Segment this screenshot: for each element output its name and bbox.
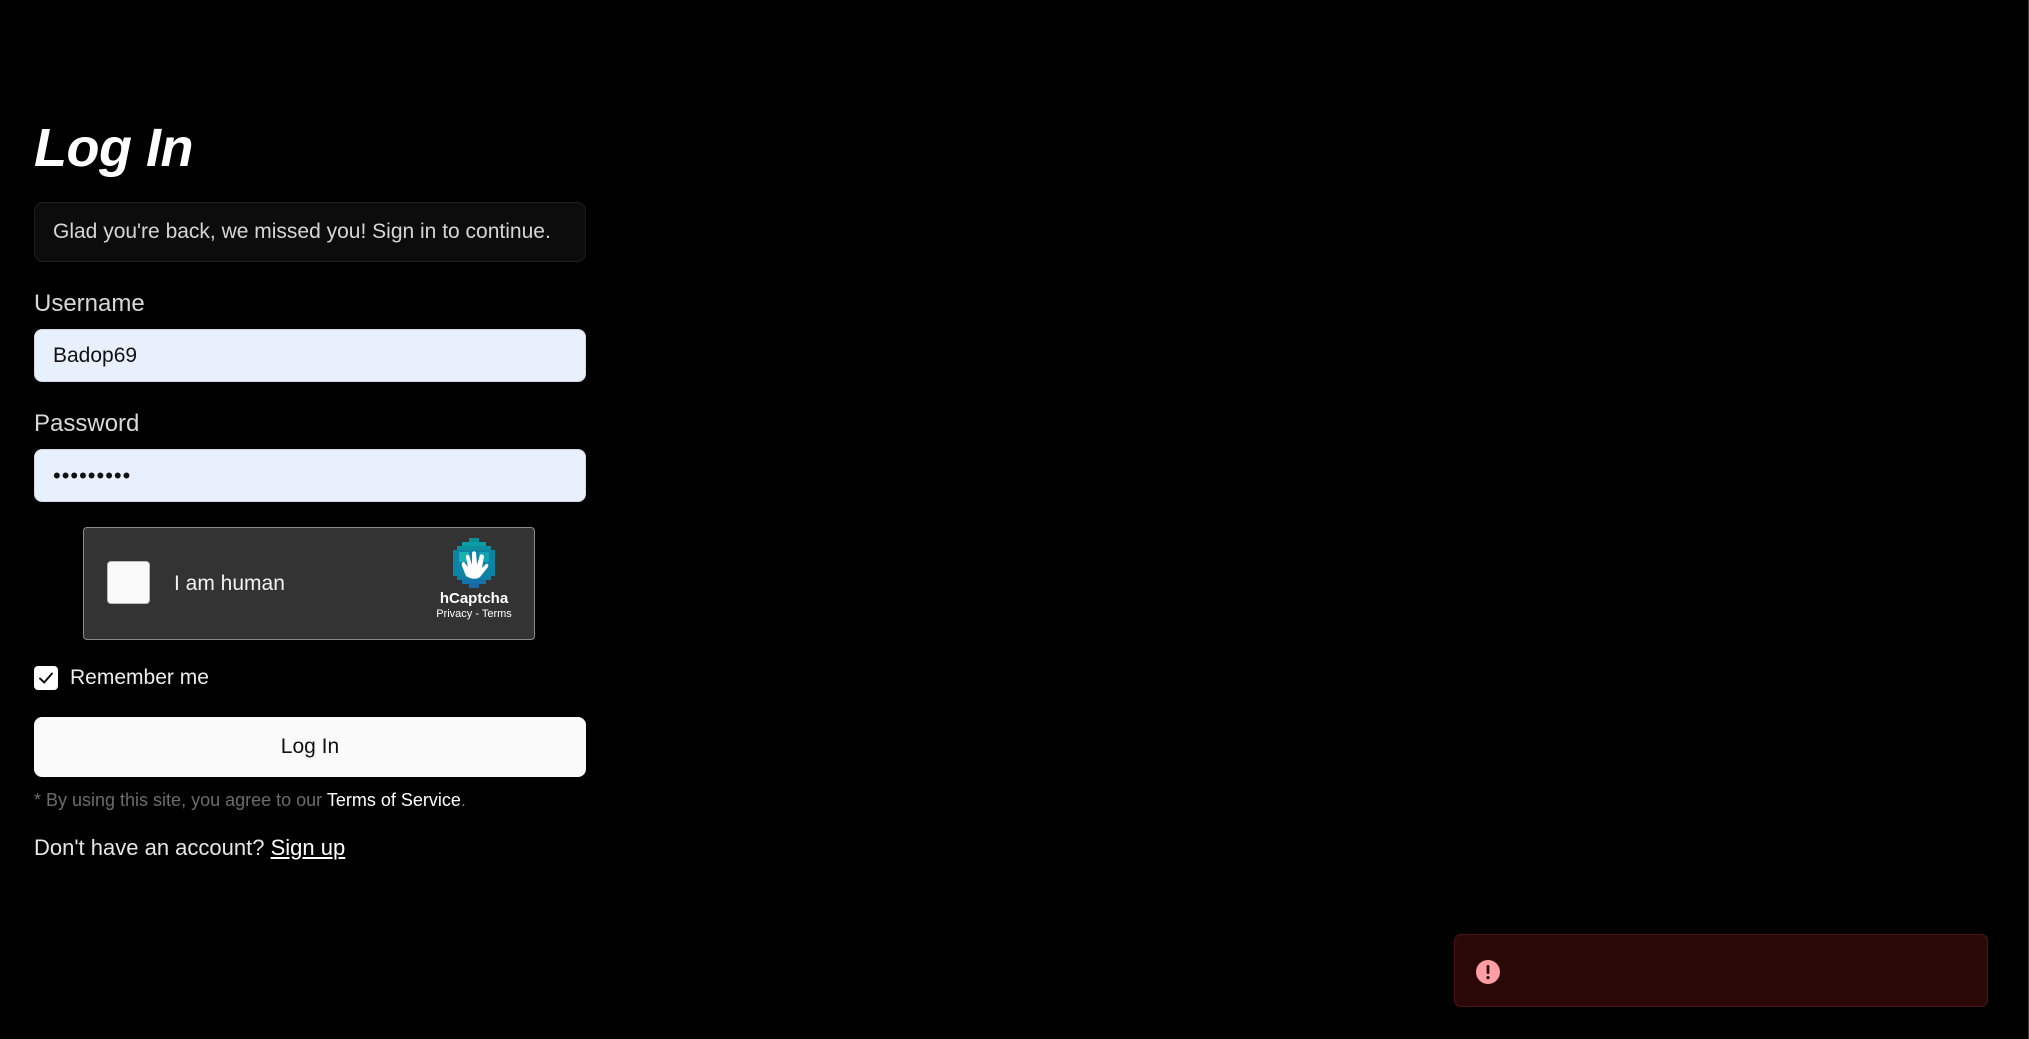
- captcha-links: Privacy - Terms: [428, 608, 520, 620]
- alert-circle-icon: [1476, 960, 1500, 984]
- password-label: Password: [34, 410, 140, 437]
- signup-prompt-text: Don't have an account?: [34, 835, 271, 860]
- captcha-brand: hCaptcha: [439, 590, 509, 607]
- error-toast[interactable]: [1454, 934, 1988, 1007]
- remember-me-label: Remember me: [70, 666, 209, 689]
- terms-of-service-link[interactable]: Terms of Service: [327, 790, 461, 810]
- terms-notice: * By using this site, you agree to our T…: [34, 790, 586, 811]
- login-button[interactable]: Log In: [34, 717, 586, 777]
- remember-me-checkbox[interactable]: [34, 666, 58, 690]
- captcha-link-separator: -: [472, 608, 482, 620]
- remember-me-row: Remember me: [34, 665, 586, 691]
- password-input[interactable]: [34, 449, 586, 502]
- login-panel: Log In Glad you're back, we missed you! …: [34, 110, 586, 861]
- hcaptcha-hand-icon: [453, 538, 495, 588]
- captcha-privacy-link[interactable]: Privacy: [436, 608, 472, 620]
- signup-prompt: Don't have an account? Sign up: [34, 835, 586, 861]
- signup-link[interactable]: Sign up: [271, 835, 346, 860]
- username-input[interactable]: [34, 329, 586, 382]
- login-page: Log In Glad you're back, we missed you! …: [0, 0, 2029, 1039]
- captcha-logo: hCaptcha Privacy - Terms: [428, 538, 520, 620]
- captcha-terms-link[interactable]: Terms: [482, 608, 512, 620]
- terms-notice-period: .: [460, 790, 466, 810]
- welcome-message: Glad you're back, we missed you! Sign in…: [34, 202, 586, 262]
- captcha-label: I am human: [174, 572, 285, 595]
- hcaptcha-widget: I am human hCaptcha Privacy - Terms: [83, 527, 535, 640]
- terms-notice-text: * By using this site, you agree to our: [34, 790, 327, 810]
- page-title: Log In: [34, 118, 193, 178]
- captcha-checkbox[interactable]: [107, 561, 150, 604]
- username-label: Username: [34, 290, 145, 317]
- checkmark-icon: [39, 672, 53, 684]
